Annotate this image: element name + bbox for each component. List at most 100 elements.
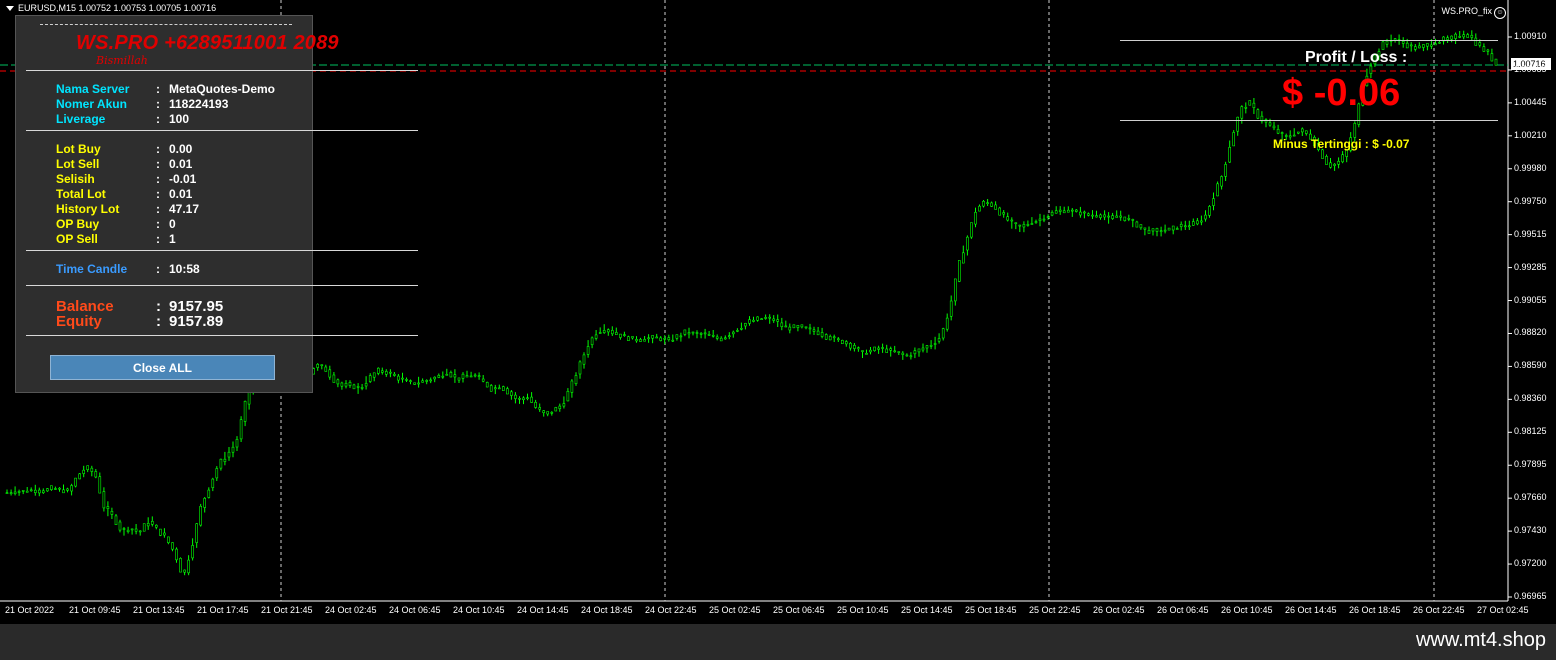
candle-body <box>768 316 772 319</box>
candle-body <box>1204 214 1207 220</box>
candle-body <box>336 379 340 385</box>
candle-body <box>183 569 186 573</box>
candle-body <box>1038 218 1042 222</box>
price-axis-label: 0.99980 <box>1514 162 1547 173</box>
candle-body <box>340 382 344 387</box>
time-axis-label: 25 Oct 02:45 <box>709 605 761 615</box>
candle-body <box>808 327 812 330</box>
candle-body <box>239 419 243 440</box>
candle-body <box>461 373 465 379</box>
time-axis-label: 24 Oct 18:45 <box>581 605 633 615</box>
candle-body <box>167 536 170 544</box>
candle-body <box>1026 224 1030 226</box>
close-all-button[interactable]: Close ALL <box>50 355 275 380</box>
candle-body <box>1111 215 1114 219</box>
candle-body <box>586 346 590 355</box>
candle-body <box>70 485 73 492</box>
candle-body <box>118 521 122 531</box>
lot-label: Lot Buy <box>56 142 101 156</box>
time-candle-row: Time Candle:10:58 <box>56 262 200 276</box>
candle-body <box>179 557 182 573</box>
candle-body <box>126 529 130 533</box>
candle-body <box>602 330 606 333</box>
candle-body <box>146 522 150 527</box>
candle-body <box>114 515 118 526</box>
time-axis-label: 25 Oct 14:45 <box>901 605 953 615</box>
candle-body <box>651 335 654 339</box>
candle-body <box>974 212 977 225</box>
candle-body <box>1091 214 1094 217</box>
candle-body <box>1385 40 1389 45</box>
candle-body <box>134 528 138 532</box>
price-axis-label: 0.98820 <box>1514 327 1547 338</box>
expert-advisor-tag[interactable]: WS.PRO_fix ☺ <box>1441 6 1506 19</box>
time-axis-label: 25 Oct 06:45 <box>773 605 825 615</box>
chart-menu-triangle-icon[interactable] <box>6 6 14 12</box>
candle-body <box>78 473 81 480</box>
price-chart[interactable]: EURUSD,M15 1.00752 1.00753 1.00705 1.007… <box>0 0 1556 624</box>
candle-body <box>469 375 473 378</box>
candle-body <box>417 382 420 385</box>
candle-body <box>235 439 239 448</box>
candle-body <box>703 332 707 335</box>
candle-body <box>409 380 412 382</box>
separator: : <box>156 97 160 111</box>
candle-body <box>1079 211 1082 216</box>
candle-body <box>590 337 594 345</box>
candle-body <box>445 373 449 376</box>
separator: : <box>156 202 160 216</box>
candle-body <box>961 252 965 264</box>
candle-body <box>933 343 937 345</box>
candle-body <box>1067 209 1070 213</box>
divider <box>26 70 418 71</box>
candle-body <box>1248 100 1252 106</box>
candle-body <box>619 333 622 338</box>
candle-body <box>1002 212 1006 215</box>
candle-body <box>627 336 630 342</box>
candle-body <box>5 492 9 495</box>
candle-body <box>614 332 618 335</box>
ea-info-panel: WS.PRO +6289511001 2089 Bismillah Nama S… <box>15 15 418 393</box>
candle-body <box>610 330 614 335</box>
candle-body <box>1224 164 1227 177</box>
candle-body <box>17 491 21 493</box>
candle-body <box>66 488 69 491</box>
lot-value: 1 <box>169 232 176 246</box>
separator: : <box>156 313 161 330</box>
candle-body <box>740 327 743 330</box>
symbol-line: EURUSD,M15 1.00752 1.00753 1.00705 1.007… <box>18 3 217 13</box>
candle-body <box>485 381 489 388</box>
price-axis-label: 0.97200 <box>1514 558 1547 569</box>
candle-body <box>776 319 780 322</box>
candle-body <box>425 380 429 382</box>
candle-body <box>37 489 41 494</box>
candle-body <box>1192 221 1195 226</box>
price-axis-label: 0.99055 <box>1514 294 1547 305</box>
candle-body <box>1401 40 1405 44</box>
candle-body <box>393 373 396 376</box>
lot-row-selisih: Selisih: -0.01 <box>56 172 196 186</box>
time-axis-label: 26 Oct 22:45 <box>1413 605 1465 615</box>
candle-body <box>1083 211 1086 214</box>
price-axis-label: 0.97660 <box>1514 492 1547 503</box>
candle-body <box>820 332 824 337</box>
candle-body <box>384 371 388 375</box>
candle-body <box>570 380 574 393</box>
profit-loss-label: Profit / Loss : <box>1305 49 1408 66</box>
candle-body <box>477 375 481 378</box>
time-axis-label: 21 Oct 2022 <box>5 605 55 615</box>
candle-body <box>1010 219 1014 222</box>
candle-body <box>1208 206 1211 216</box>
candle-body <box>921 347 925 351</box>
candle-body <box>1022 224 1026 228</box>
candle-body <box>1268 122 1272 126</box>
time-axis-label: 24 Oct 02:45 <box>325 605 377 615</box>
price-axis-label: 0.96965 <box>1514 591 1547 601</box>
time-axis-label: 21 Oct 09:45 <box>69 605 121 615</box>
candle-body <box>1123 216 1127 222</box>
candle-body <box>1139 224 1143 229</box>
candle-body <box>1458 36 1461 38</box>
candle-body <box>780 322 784 327</box>
candle-body <box>1256 109 1260 119</box>
candle-body <box>736 330 739 332</box>
